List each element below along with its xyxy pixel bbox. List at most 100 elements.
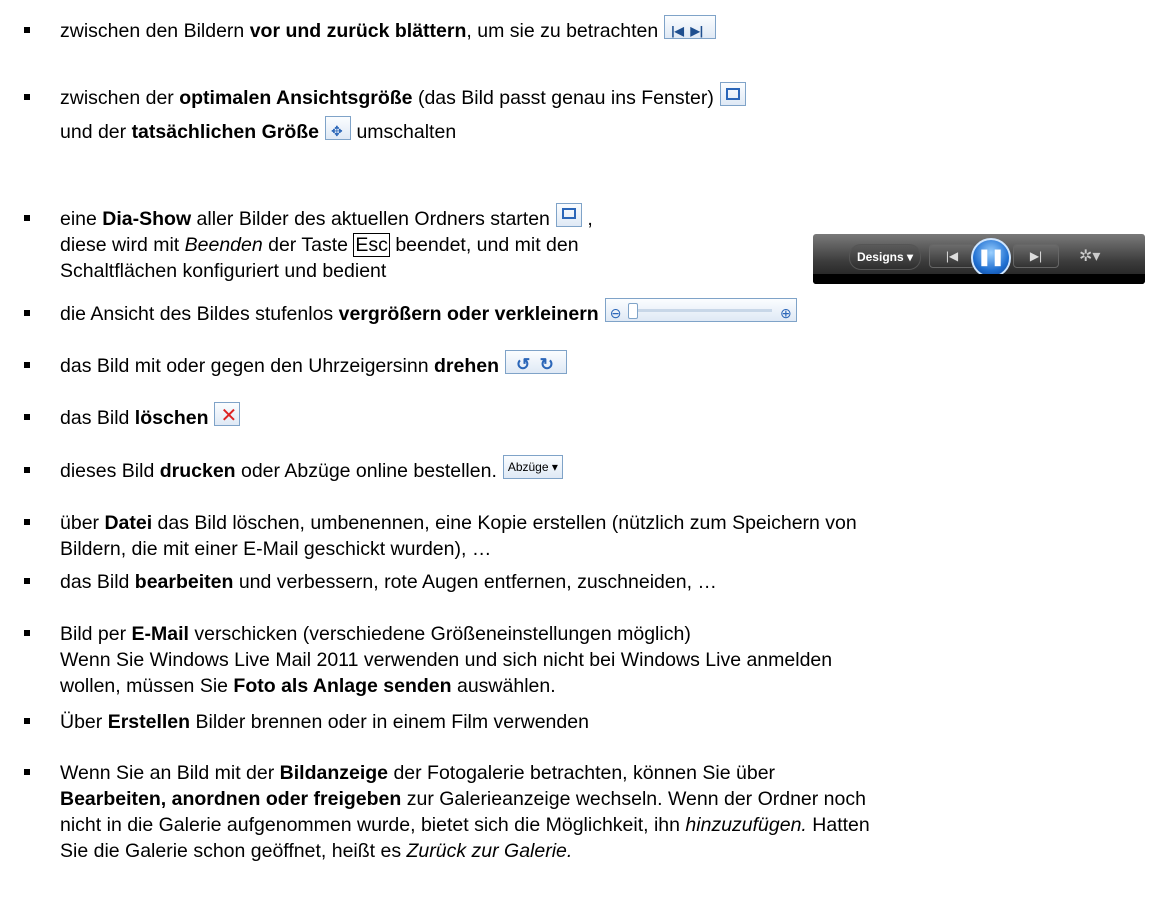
text-run: , um sie zu betrachten <box>466 20 659 42</box>
bullet-icon <box>24 414 30 420</box>
list-item: das Bild mit oder gegen den Uhrzeigersin… <box>24 350 1150 379</box>
bullet-icon <box>24 578 30 584</box>
fit-to-window-icon[interactable] <box>719 82 746 106</box>
bold-text: bearbeiten <box>134 571 234 593</box>
text-run: auswählen. <box>451 675 556 697</box>
text-line: wollen, müssen Sie Foto als Anlage sende… <box>60 673 1150 699</box>
text-run: diese wird mit <box>60 234 185 256</box>
bold-text: Dia-Show <box>102 208 192 230</box>
list-item: Bild per E-Mail verschicken (verschieden… <box>24 621 1150 699</box>
prev-next-icon[interactable]: |◀ ▶| <box>664 15 717 39</box>
text-line: Wenn Sie an Bild mit der Bildanzeige der… <box>60 760 1150 786</box>
text-run: beendet, und mit den <box>389 234 579 256</box>
prints-dropdown-icon[interactable]: Abzüge ▾ <box>502 455 563 479</box>
text-run: oder Abzüge online bestellen. <box>235 460 497 482</box>
designs-button[interactable]: Designs ▾ <box>849 244 921 270</box>
bullet-icon <box>24 310 30 316</box>
text-line: Über Erstellen Bilder brennen oder in ei… <box>60 709 1150 735</box>
text-run: die Ansicht des Bildes stufenlos <box>60 303 339 325</box>
text-line: Bildern, die mit einer E-Mail geschickt … <box>60 536 1150 562</box>
slideshow-control-bar: Designs ▾ |◀ ❚❚ ▶| ✲▾ <box>813 234 1145 284</box>
bold-text: optimalen Ansichtsgröße <box>179 87 413 109</box>
text-run: der Taste <box>262 234 354 256</box>
text-run: Hatten <box>806 814 870 836</box>
text-run: wollen, müssen Sie <box>60 675 234 697</box>
text-line: Wenn Sie Windows Live Mail 2011 verwende… <box>60 647 1150 673</box>
text-line: nicht in die Galerie aufgenommen wurde, … <box>60 812 1150 838</box>
text-run: eine <box>60 208 103 230</box>
previous-slide-button[interactable]: |◀ <box>929 244 975 268</box>
text-run: Bild per <box>60 623 132 645</box>
text-line: das Bild bearbeiten und verbessern, rote… <box>60 569 1150 595</box>
text-line: zwischen der optimalen Ansichtsgröße (da… <box>60 82 1150 111</box>
text-run: zwischen den Bildern <box>60 20 250 42</box>
list-item: zwischen der optimalen Ansichtsgröße (da… <box>24 82 1150 145</box>
text-run: das Bild mit oder gegen den Uhrzeigersin… <box>60 355 434 377</box>
list-item: dieses Bild drucken oder Abzüge online b… <box>24 455 1150 484</box>
delete-icon[interactable]: ✕ <box>214 402 241 427</box>
zoom-slider-icon[interactable]: ⊖ ⊕ <box>604 298 797 322</box>
bold-text: Erstellen <box>107 711 191 733</box>
bold-text: E-Mail <box>131 623 189 645</box>
bullet-icon <box>24 769 30 775</box>
text-run: zur Galerieanzeige wechseln. Wenn der Or… <box>401 788 866 810</box>
bullet-icon <box>24 27 30 33</box>
text-run: der Fotogalerie betrachten, können Sie ü… <box>388 762 776 784</box>
italic-text: Zurück zur Galerie. <box>406 840 573 862</box>
text-run: das Bild <box>60 571 135 593</box>
bullet-icon <box>24 467 30 473</box>
text-run: (das Bild passt genau ins Fenster) <box>412 87 714 109</box>
text-run: zwischen der <box>60 87 180 109</box>
list-item: über Datei das Bild löschen, umbenennen,… <box>24 510 1150 562</box>
text-run: verschicken (verschiedene Größeneinstell… <box>188 623 691 645</box>
bold-text: drehen <box>433 355 499 377</box>
text-run: das Bild <box>60 407 135 429</box>
text-line: das Bild löschen ✕ <box>60 402 1150 431</box>
next-slide-button[interactable]: ▶| <box>1013 244 1059 268</box>
prints-label: Abzüge ▾ <box>507 460 558 474</box>
text-run: Wenn Sie Windows Live Mail 2011 verwende… <box>60 649 833 671</box>
text-line: die Ansicht des Bildes stufenlos vergröß… <box>60 298 1150 327</box>
key-esc: Esc <box>353 233 390 257</box>
list-item: die Ansicht des Bildes stufenlos vergröß… <box>24 298 1150 327</box>
rotate-icon[interactable]: ↺ ↻ <box>504 350 567 374</box>
actual-size-icon[interactable]: ✥ <box>325 116 352 140</box>
bullet-icon <box>24 519 30 525</box>
text-run: und der <box>60 121 132 143</box>
text-line: dieses Bild drucken oder Abzüge online b… <box>60 455 1150 484</box>
pause-button[interactable]: ❚❚ <box>971 238 1011 278</box>
text-run: , <box>581 208 593 230</box>
list-item: das Bild bearbeiten und verbessern, rote… <box>24 569 1150 595</box>
text-run: Über <box>60 711 108 733</box>
italic-text: hinzuzufügen. <box>685 814 807 836</box>
bold-text: Datei <box>104 512 153 534</box>
text-run: dieses Bild <box>60 460 160 482</box>
text-line: das Bild mit oder gegen den Uhrzeigersin… <box>60 350 1150 379</box>
text-run: umschalten <box>351 121 457 143</box>
bold-text: tatsächlichen Größe <box>131 121 320 143</box>
list-item: das Bild löschen ✕ <box>24 402 1150 431</box>
text-run: Bildern, die mit einer E-Mail geschickt … <box>60 538 492 560</box>
italic-text: Beenden <box>184 234 263 256</box>
text-run: nicht in die Galerie aufgenommen wurde, … <box>60 814 686 836</box>
text-line: Bearbeiten, anordnen oder freigeben zur … <box>60 786 1150 812</box>
bullet-icon <box>24 94 30 100</box>
text-run: Bilder brennen oder in einem Film verwen… <box>190 711 589 733</box>
bold-text: vergrößern oder verkleinern <box>338 303 599 325</box>
text-line: und der tatsächlichen Größe ✥ umschalten <box>60 116 1150 145</box>
text-line: zwischen den Bildern vor und zurück blät… <box>60 15 1150 44</box>
text-line: Bild per E-Mail verschicken (verschieden… <box>60 621 1150 647</box>
slideshow-bar-base <box>813 274 1145 284</box>
text-run: Sie die Galerie schon geöffnet, heißt es <box>60 840 407 862</box>
list-item: Wenn Sie an Bild mit der Bildanzeige der… <box>24 760 1150 864</box>
bullet-icon <box>24 718 30 724</box>
text-line: über Datei das Bild löschen, umbenennen,… <box>60 510 1150 536</box>
slideshow-icon[interactable] <box>555 203 582 227</box>
text-line: eine Dia-Show aller Bilder des aktuellen… <box>60 203 1150 232</box>
text-run: über <box>60 512 105 534</box>
settings-gear-icon[interactable]: ✲▾ <box>1079 244 1100 270</box>
list-item: Über Erstellen Bilder brennen oder in ei… <box>24 709 1150 735</box>
bullet-icon <box>24 630 30 636</box>
list-item: zwischen den Bildern vor und zurück blät… <box>24 15 1150 44</box>
bold-text: löschen <box>134 407 209 429</box>
